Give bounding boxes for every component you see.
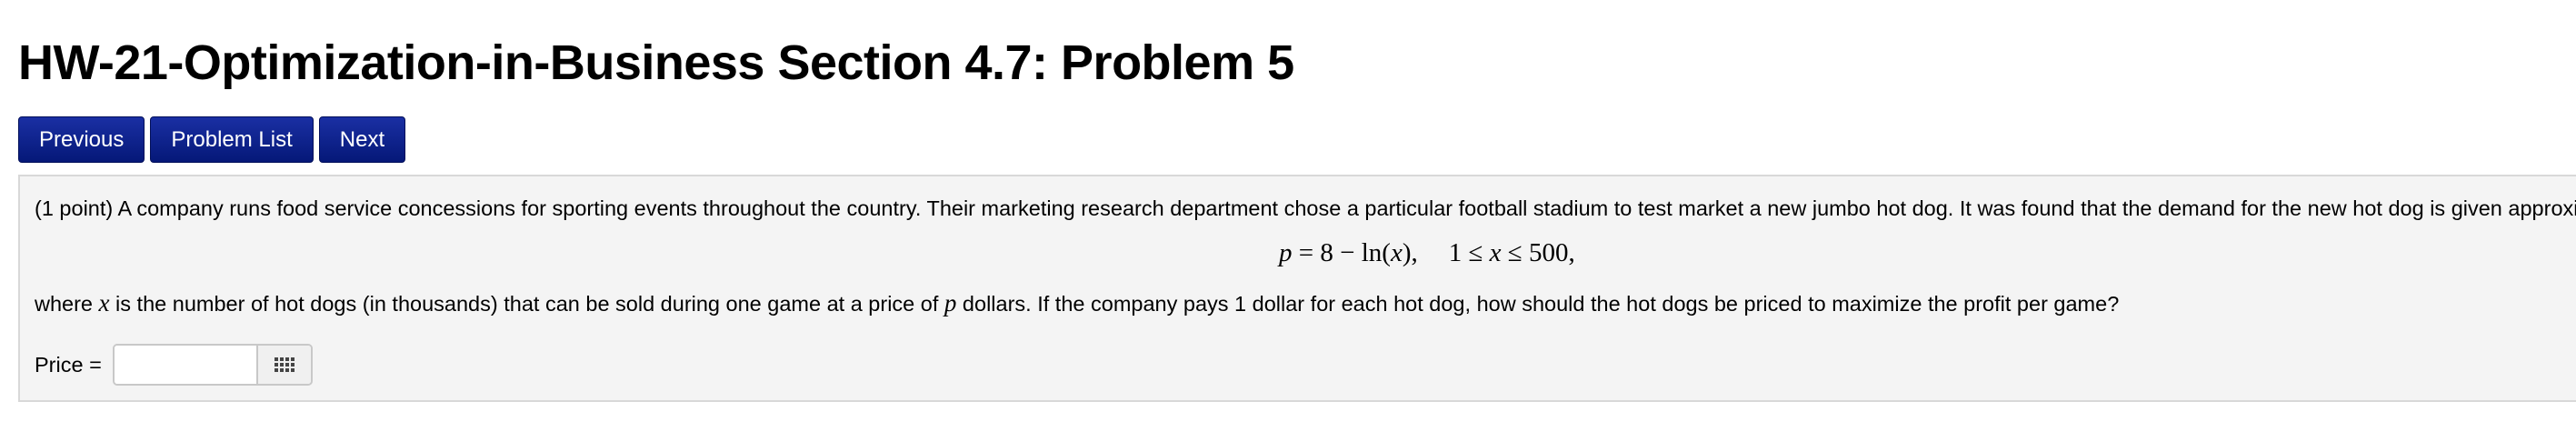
price-answer-group — [112, 344, 313, 386]
price-input[interactable] — [114, 346, 256, 384]
problem-panel: (1 point) A company runs food service co… — [18, 175, 2576, 402]
page-title: HW-21-Optimization-in-Business Section 4… — [18, 35, 1294, 90]
problem-page: HW-21-Optimization-in-Business Section 4… — [0, 0, 2576, 442]
answer-row: Price = — [35, 344, 313, 386]
followup-part1: where — [35, 292, 99, 316]
followup-var-p: p — [944, 289, 957, 316]
previous-button[interactable]: Previous — [18, 116, 145, 163]
demand-equation: p = 8 − ln(x), 1 ≤ x ≤ 500, — [1279, 236, 1575, 269]
problem-nav: Previous Problem List Next — [18, 116, 406, 163]
eq-domain-end: ≤ 500, — [1501, 238, 1575, 267]
followup-part3: dollars. If the company pays 1 dollar fo… — [956, 292, 2120, 316]
problem-intro: (1 point) A company runs food service co… — [35, 196, 2576, 220]
eq-rhs: = 8 − ln( — [1292, 238, 1391, 267]
followup-var-x: x — [98, 289, 110, 316]
keypad-grid-icon — [274, 357, 295, 372]
math-keyboard-button[interactable] — [255, 346, 311, 384]
eq-domain-start: 1 ≤ — [1448, 238, 1490, 267]
eq-var-p: p — [1279, 238, 1293, 267]
eq-domain-var: x — [1489, 238, 1502, 267]
eq-var-x: x — [1390, 238, 1403, 267]
next-button[interactable]: Next — [318, 116, 406, 163]
eq-rhs-end: ), — [1402, 238, 1418, 267]
price-label: Price = — [35, 352, 102, 377]
problem-followup: where x is the number of hot dogs (in th… — [35, 289, 2119, 317]
problem-list-button[interactable]: Problem List — [150, 116, 314, 163]
followup-part2: is the number of hot dogs (in thousands)… — [109, 292, 944, 316]
